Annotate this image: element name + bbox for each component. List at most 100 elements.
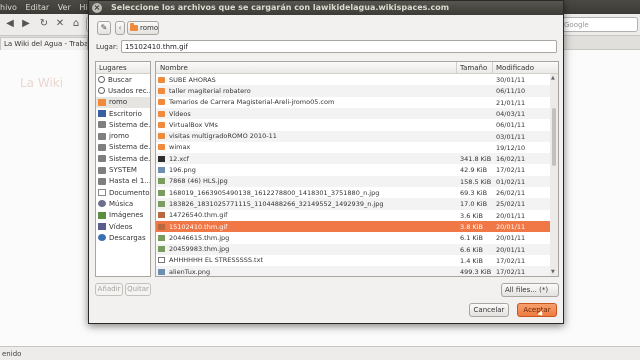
back-icon[interactable]: ◀	[4, 18, 16, 30]
menu-archivo[interactable]: hivo	[0, 3, 17, 12]
path-scroll-left-button[interactable]: ‹	[115, 21, 125, 35]
scrollbar-thumb[interactable]	[552, 108, 556, 166]
home-icon[interactable]: ⌂	[70, 18, 82, 30]
file-modified: 16/02/11	[496, 155, 526, 164]
file-row[interactable]: 15102410.thm.gif 3.8 KiB 20/01/11	[156, 220, 550, 233]
file-name-cell: VirtualBox VMs	[158, 119, 454, 130]
file-row[interactable]: Temarios de Carrera Magisterial-Areli-jr…	[156, 97, 550, 108]
add-bookmark-button[interactable]: Añadir	[95, 283, 123, 296]
place-item[interactable]: Descargas	[96, 232, 150, 243]
column-modified[interactable]: Modificado	[496, 64, 534, 72]
place-item[interactable]: Vídeos	[96, 221, 150, 232]
place-item[interactable]: jromo	[96, 130, 150, 141]
path-button-romo[interactable]: romo	[127, 21, 159, 35]
file-name: taller magiterial robatero	[169, 86, 251, 95]
browser-tab[interactable]: La Wiki del Agua - Trabajos	[0, 37, 88, 50]
file-row[interactable]: 14726540.thm.gif 3.6 KiB 20/01/11	[156, 210, 550, 221]
forward-icon[interactable]: ▶	[20, 18, 32, 30]
scroll-up-icon[interactable]: ▲	[551, 75, 555, 81]
drive-icon	[98, 132, 106, 140]
edit-location-button[interactable]: ✎	[97, 21, 111, 35]
place-item[interactable]: SYSTEM	[96, 164, 150, 175]
reload-icon[interactable]: ↻	[38, 18, 50, 30]
file-row[interactable]: AHHHHHH EL STRESSSSS.txt 1.4 KiB 17/02/11	[156, 255, 550, 266]
column-name[interactable]: Nombre	[160, 64, 188, 72]
column-size[interactable]: Tamaño	[460, 64, 487, 72]
place-item[interactable]: Usados rec...	[96, 85, 150, 96]
close-icon[interactable]: ×	[92, 3, 102, 13]
file-name-cell: AHHHHHH EL STRESSSSS.txt	[158, 255, 454, 266]
places-header[interactable]: Lugares	[96, 62, 150, 74]
place-label: Vídeos	[109, 222, 133, 231]
file-row[interactable]: 168019_1663905490138_1612278800_1418301_…	[156, 187, 550, 198]
file-row[interactable]: visitas multigradoROMO 2010-11 03/01/11	[156, 130, 550, 142]
file-row[interactable]: 196.png 42.9 KiB 17/02/11	[156, 164, 550, 175]
file-modified: 20/01/11	[496, 234, 526, 243]
text-file-icon	[158, 257, 165, 264]
image-file-icon	[158, 189, 165, 196]
file-row[interactable]: 12.xcf 341.8 KiB 16/02/11	[156, 153, 550, 165]
remove-bookmark-button[interactable]: Quitar	[125, 283, 151, 296]
scroll-down-icon[interactable]: ▼	[551, 269, 555, 275]
file-row[interactable]: SUBE AHORAS 30/01/11	[156, 74, 550, 85]
file-name-cell: 183826_1831025771115_1104488266_32149552…	[158, 198, 454, 209]
file-modified: 06/01/11	[496, 121, 526, 130]
stop-icon[interactable]: ✕	[54, 18, 66, 30]
file-list-header: Nombre Tamaño Modificado	[156, 62, 558, 74]
place-item[interactable]: Documentos	[96, 187, 150, 198]
dialog-titlebar: × Seleccione los archivos que se cargará…	[89, 1, 563, 15]
web-search-input[interactable]: Google	[560, 17, 638, 32]
file-filter-select[interactable]: All files... (*)	[501, 283, 559, 297]
place-item[interactable]: Sistema de...	[96, 142, 150, 153]
file-modified: 06/11/10	[496, 87, 526, 96]
place-item[interactable]: romo	[96, 96, 150, 108]
place-item[interactable]: Escritorio	[96, 108, 150, 119]
file-list-scrollbar[interactable]: ▲ ▼	[550, 74, 558, 276]
cancel-button[interactable]: Cancelar	[469, 303, 509, 317]
place-label: Escritorio	[109, 109, 142, 118]
file-name-cell: SUBE AHORAS	[158, 74, 454, 85]
file-name: Vídeos	[169, 109, 191, 118]
file-row[interactable]: wimax 19/12/10	[156, 142, 550, 153]
home-folder-icon	[130, 23, 138, 31]
place-item[interactable]: Música	[96, 198, 150, 209]
drive-icon	[98, 166, 106, 174]
file-modified: 25/02/11	[496, 200, 526, 209]
music-icon	[98, 200, 106, 208]
folder-icon	[158, 121, 165, 128]
file-filter-value: All files... (*)	[505, 286, 549, 294]
place-label: Descargas	[109, 233, 146, 242]
file-row[interactable]: taller magiterial robatero 06/11/10	[156, 85, 550, 97]
place-item[interactable]: Imágenes	[96, 210, 150, 221]
file-row[interactable]: 20459983.thm.jpg 6.6 KiB 20/01/11	[156, 243, 550, 255]
chevron-left-icon: ‹	[118, 24, 122, 32]
file-row[interactable]: VirtualBox VMs 06/01/11	[156, 119, 550, 130]
menu-editar[interactable]: Editar	[25, 3, 49, 12]
file-name: 12.xcf	[169, 154, 189, 163]
menu-ver[interactable]: Ver	[58, 3, 71, 12]
file-row[interactable]: 7868 (46) HLS.jpg 158.5 KiB 01/02/11	[156, 175, 550, 187]
place-item[interactable]: Sistema de...	[96, 153, 150, 164]
image-file-icon	[158, 167, 165, 174]
place-item[interactable]: Sistema de...	[96, 119, 150, 130]
file-name-cell: 12.xcf	[158, 153, 454, 164]
place-label: Usados rec...	[108, 86, 150, 95]
file-size: 6.1 KiB	[460, 234, 483, 243]
videos-icon	[98, 223, 106, 230]
file-name-cell: 15102410.thm.gif	[158, 221, 454, 232]
file-name: AHHHHHH EL STRESSSSS.txt	[169, 256, 263, 265]
file-row[interactable]: alienTux.png 499.3 KiB 17/02/11	[156, 266, 550, 276]
file-size: 69.3 KiB	[460, 189, 488, 197]
file-name-cell: 14726540.thm.gif	[158, 210, 454, 221]
path-button-label: romo	[140, 24, 159, 32]
place-label: Buscar	[108, 75, 132, 84]
location-input[interactable]	[121, 40, 557, 53]
file-row[interactable]: 20446615.thm.jpg 6.1 KiB 20/01/11	[156, 232, 550, 243]
file-row[interactable]: 183826_1831025771115_1104488266_32149552…	[156, 198, 550, 210]
file-name: 15102410.thm.gif	[169, 222, 228, 231]
file-list: Nombre Tamaño Modificado SUBE AHORAS 30/0…	[155, 61, 559, 277]
place-item[interactable]: Hasta el 1...	[96, 176, 150, 187]
file-row[interactable]: Vídeos 04/03/11	[156, 107, 550, 120]
file-size: 3.6 KiB	[460, 211, 483, 220]
place-item[interactable]: Buscar	[96, 74, 150, 85]
